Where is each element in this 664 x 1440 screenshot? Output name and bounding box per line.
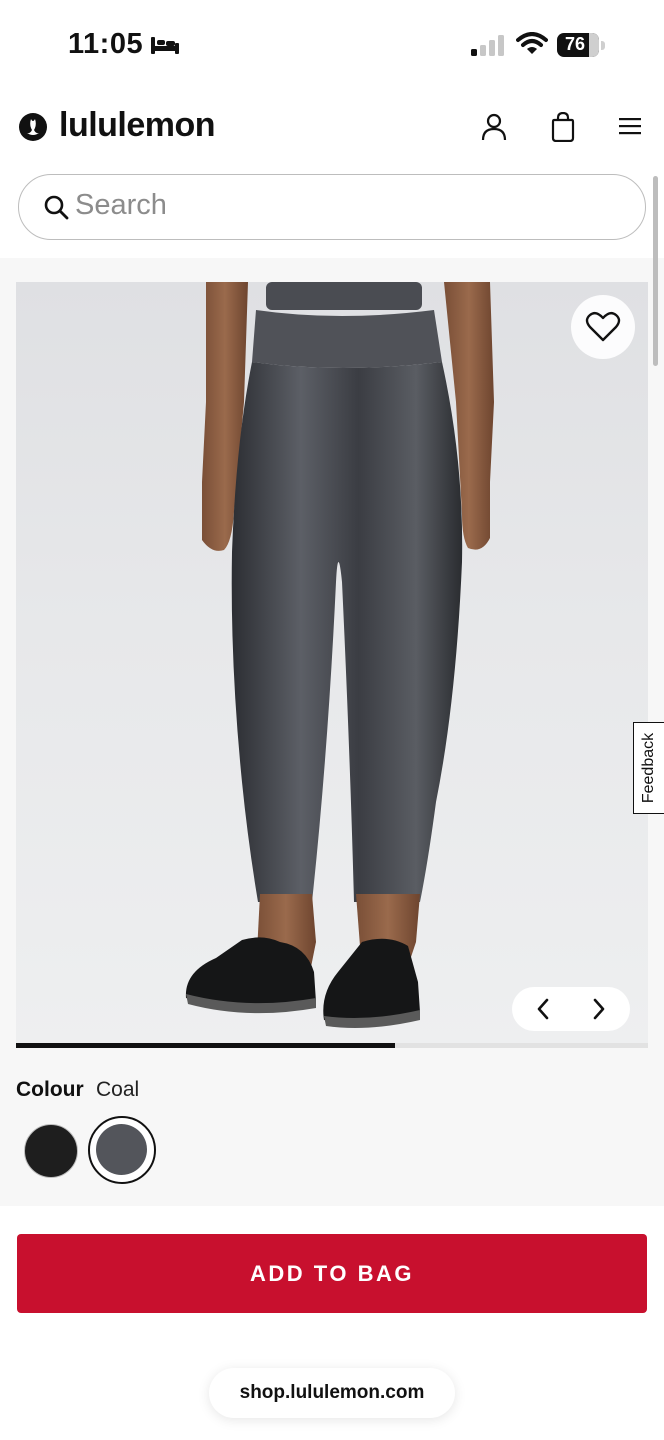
search-icon [44,195,69,220]
colour-label: Colour [16,1078,84,1101]
search-input[interactable]: Search [18,174,646,240]
colour-value: Coal [96,1078,140,1101]
leggings-illustration [185,282,494,1028]
wifi-icon [516,32,548,54]
site-header: lululemon [0,96,664,160]
cellular-signal-icon [471,35,504,56]
product-page: 11:05 76 lululemon Search Feedback Colou… [0,0,664,1440]
battery-indicator: 76 [557,33,605,57]
carousel-controls [512,987,630,1031]
image-progress-bar [16,1043,648,1048]
search-placeholder: Search [75,189,167,221]
url-text: shop.lululemon.com [239,1382,425,1403]
product-image[interactable] [16,282,648,1048]
chevron-left-icon[interactable] [536,998,550,1020]
heart-icon [585,311,621,342]
add-to-bag-button[interactable]: ADD TO BAG [17,1234,647,1313]
bed-icon [151,37,179,54]
scrollbar[interactable] [653,176,658,366]
feedback-tab[interactable]: Feedback [633,722,664,814]
status-bar: 11:05 76 [0,0,664,90]
brand-name[interactable]: lululemon [59,106,216,145]
account-icon[interactable] [481,113,507,141]
battery-level: 76 [564,34,586,54]
hamburger-menu-icon[interactable] [618,116,642,136]
feedback-label: Feedback [640,732,657,804]
black-swatch[interactable] [24,1124,78,1178]
shopping-bag-icon[interactable] [551,112,575,142]
status-time: 11:05 [68,28,144,60]
coal-swatch-fill [96,1124,147,1175]
browser-url-bar[interactable]: shop.lululemon.com [209,1368,455,1418]
wishlist-button[interactable] [571,295,635,359]
coal-swatch[interactable] [88,1116,156,1184]
chevron-right-icon[interactable] [592,998,606,1020]
lululemon-logo-icon[interactable] [18,112,48,142]
image-progress-fill [16,1043,396,1048]
